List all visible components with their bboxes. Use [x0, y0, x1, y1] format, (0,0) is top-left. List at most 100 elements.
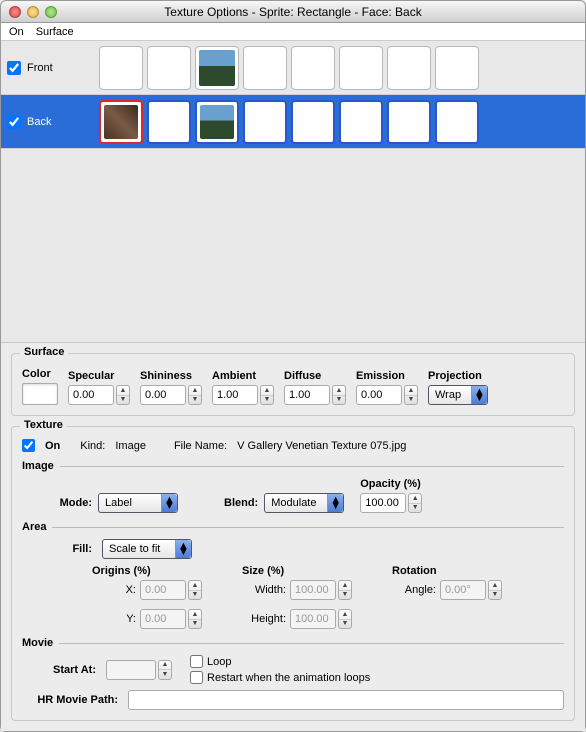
emission-label: Emission: [356, 370, 418, 382]
projection-label: Projection: [428, 370, 488, 382]
thumb-slot-selected[interactable]: [99, 100, 143, 144]
faces-list: Front Back: [1, 41, 585, 149]
column-surface-label: Surface: [36, 26, 74, 38]
thumb-slot[interactable]: [339, 100, 383, 144]
thumb-slot[interactable]: [339, 46, 383, 90]
mode-select[interactable]: Label▲▼: [98, 493, 178, 513]
blend-label: Blend:: [224, 497, 258, 509]
blend-select[interactable]: Modulate▲▼: [264, 493, 344, 513]
diffuse-stepper[interactable]: ▲▼: [332, 385, 346, 405]
width-label: Width:: [242, 584, 286, 596]
surface-legend: Surface: [20, 346, 68, 358]
shininess-label: Shininess: [140, 370, 202, 382]
x-label: X:: [92, 584, 136, 596]
thumb-slot[interactable]: [291, 100, 335, 144]
image-head: Image: [22, 460, 54, 472]
thumb-slot[interactable]: [147, 46, 191, 90]
mode-label: Mode:: [52, 497, 92, 509]
ambient-stepper[interactable]: ▲▼: [260, 385, 274, 405]
restart-label: Restart when the animation loops: [207, 672, 370, 684]
specular-stepper[interactable]: ▲▼: [116, 385, 130, 405]
thumb-slot[interactable]: [243, 100, 287, 144]
width-input[interactable]: [290, 580, 336, 600]
thumb-slot[interactable]: [291, 46, 335, 90]
surface-group: Surface Color Specular ▲▼ Shininess ▲▼: [11, 353, 575, 416]
origins-head: Origins (%): [92, 565, 151, 577]
front-checkbox[interactable]: [7, 61, 21, 75]
thumb-slot[interactable]: [147, 100, 191, 144]
fill-label: Fill:: [52, 543, 92, 555]
ambient-label: Ambient: [212, 370, 274, 382]
height-input[interactable]: [290, 609, 336, 629]
hrpath-input[interactable]: [128, 690, 564, 710]
thumb-slot[interactable]: [387, 46, 431, 90]
face-row-front[interactable]: Front: [1, 41, 585, 95]
face-row-back[interactable]: Back: [1, 95, 585, 149]
projection-select[interactable]: Wrap▲▼: [428, 385, 488, 405]
front-thumbs: [99, 46, 479, 90]
texture-group: Texture On Kind: Image File Name: V Gall…: [11, 426, 575, 721]
diffuse-label: Diffuse: [284, 370, 346, 382]
y-label: Y:: [92, 613, 136, 625]
startat-label: Start At:: [32, 664, 96, 676]
hrpath-label: HR Movie Path:: [22, 694, 118, 706]
x-stepper[interactable]: ▲▼: [188, 580, 202, 600]
thumb-slot[interactable]: [435, 46, 479, 90]
opacity-label: Opacity (%): [360, 478, 421, 490]
size-head: Size (%): [242, 565, 284, 577]
startat-stepper[interactable]: ▲▼: [158, 660, 172, 680]
restart-checkbox[interactable]: [190, 671, 203, 684]
ambient-input[interactable]: [212, 385, 258, 405]
rotation-head: Rotation: [392, 565, 437, 577]
window-title: Texture Options - Sprite: Rectangle - Fa…: [1, 5, 585, 19]
fill-select[interactable]: Scale to fit▲▼: [102, 539, 192, 559]
shininess-stepper[interactable]: ▲▼: [188, 385, 202, 405]
loop-label: Loop: [207, 656, 231, 668]
emission-input[interactable]: [356, 385, 402, 405]
thumb-slot[interactable]: [243, 46, 287, 90]
filename-label: File Name:: [174, 440, 227, 452]
back-label: Back: [27, 116, 99, 128]
titlebar: Texture Options - Sprite: Rectangle - Fa…: [1, 1, 585, 23]
texture-legend: Texture: [20, 419, 67, 431]
startat-input[interactable]: [106, 660, 156, 680]
empty-area: [1, 149, 585, 342]
x-input[interactable]: [140, 580, 186, 600]
angle-stepper[interactable]: ▲▼: [488, 580, 502, 600]
column-header-row: On Surface: [1, 23, 585, 41]
color-swatch[interactable]: [22, 383, 58, 405]
y-input[interactable]: [140, 609, 186, 629]
emission-stepper[interactable]: ▲▼: [404, 385, 418, 405]
back-thumbs: [99, 100, 479, 144]
texture-on-checkbox[interactable]: [22, 439, 35, 452]
back-checkbox[interactable]: [7, 115, 21, 129]
specular-input[interactable]: [68, 385, 114, 405]
texture-on-label: On: [45, 440, 60, 452]
thumb-slot-landscape[interactable]: [195, 100, 239, 144]
thumb-slot[interactable]: [387, 100, 431, 144]
front-label: Front: [27, 62, 99, 74]
panels: Surface Color Specular ▲▼ Shininess ▲▼: [1, 342, 585, 731]
opacity-input[interactable]: [360, 493, 406, 513]
width-stepper[interactable]: ▲▼: [338, 580, 352, 600]
column-on-label: On: [9, 26, 24, 38]
shininess-input[interactable]: [140, 385, 186, 405]
area-head: Area: [22, 521, 46, 533]
kind-label: Kind:: [80, 440, 105, 452]
diffuse-input[interactable]: [284, 385, 330, 405]
height-stepper[interactable]: ▲▼: [338, 609, 352, 629]
angle-input[interactable]: [440, 580, 486, 600]
movie-head: Movie: [22, 637, 53, 649]
kind-value: Image: [115, 440, 146, 452]
angle-label: Angle:: [392, 584, 436, 596]
window: Texture Options - Sprite: Rectangle - Fa…: [0, 0, 586, 732]
loop-checkbox[interactable]: [190, 655, 203, 668]
filename-value: V Gallery Venetian Texture 075.jpg: [237, 440, 406, 452]
thumb-slot-landscape[interactable]: [195, 46, 239, 90]
thumb-slot[interactable]: [435, 100, 479, 144]
opacity-stepper[interactable]: ▲▼: [408, 493, 422, 513]
y-stepper[interactable]: ▲▼: [188, 609, 202, 629]
thumb-slot[interactable]: [99, 46, 143, 90]
specular-label: Specular: [68, 370, 130, 382]
height-label: Height:: [242, 613, 286, 625]
